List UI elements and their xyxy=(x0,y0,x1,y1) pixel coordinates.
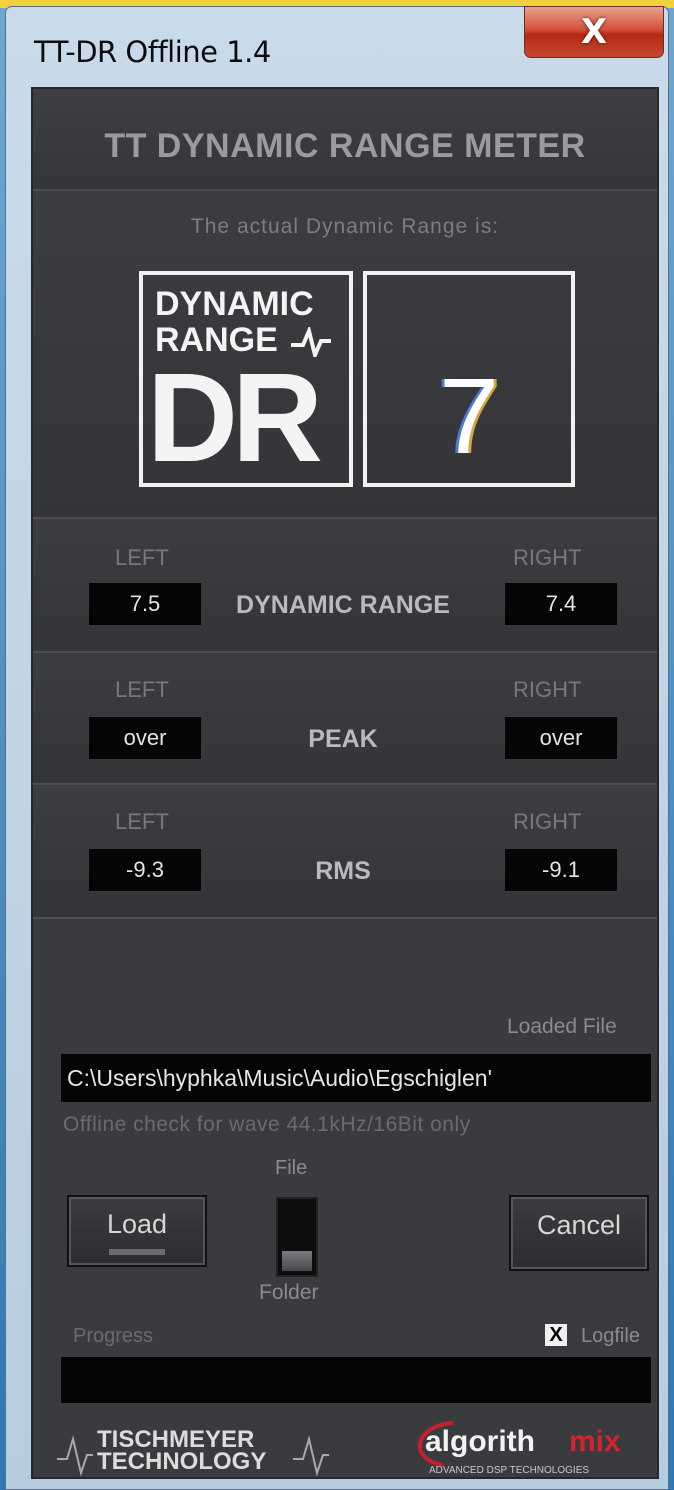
tischmeyer-line2: TECHNOLOGY xyxy=(97,1448,267,1475)
close-icon: X xyxy=(580,12,608,52)
logo-line-dynamic: DYNAMIC xyxy=(155,285,314,323)
window-title: TT-DR Offline 1.4 xyxy=(34,35,271,69)
peak-label: PEAK xyxy=(308,725,378,753)
tischmeyer-logo: TISCHMEYER TECHNOLOGY xyxy=(97,1428,267,1475)
close-button[interactable]: X xyxy=(524,6,664,58)
header: TT DYNAMIC RANGE METER xyxy=(33,89,657,191)
toggle-knob[interactable] xyxy=(282,1251,312,1271)
algorithmix-logo: algorith mix ADVANCED DSP TECHNOLOGIES xyxy=(403,1419,643,1477)
dr-left-value: 7.5 xyxy=(89,583,201,625)
cancel-label: Cancel xyxy=(536,1210,622,1240)
dr-right-label: RIGHT xyxy=(513,545,582,570)
logfile-checkbox[interactable]: X xyxy=(545,1324,567,1346)
tischmeyer-pulse-left-icon xyxy=(57,1435,93,1477)
meter-title: TT DYNAMIC RANGE METER xyxy=(104,127,586,165)
toggle-folder-label: Folder xyxy=(259,1281,319,1304)
algorithmix-text-a: algorith xyxy=(425,1425,535,1458)
meter-panel: TT DYNAMIC RANGE METER The actual Dynami… xyxy=(31,87,659,1479)
peak-row: LEFT RIGHT over PEAK over xyxy=(33,653,657,785)
dr-section: The actual Dynamic Range is: DYNAMIC RAN… xyxy=(33,191,657,519)
rms-right-value: -9.1 xyxy=(505,849,617,891)
footer: TISCHMEYER TECHNOLOGY algorith mix ADVAN… xyxy=(33,1419,657,1477)
rms-left-value: -9.3 xyxy=(89,849,201,891)
load-button[interactable]: Load xyxy=(67,1195,207,1267)
dr-value: 7 xyxy=(438,355,500,476)
cancel-button[interactable]: Cancel xyxy=(509,1195,649,1271)
progress-bar xyxy=(61,1357,651,1403)
algorithmix-tagline: ADVANCED DSP TECHNOLOGIES xyxy=(429,1465,590,1476)
dynamic-range-label: DYNAMIC RANGE xyxy=(236,591,450,619)
rms-right-label: RIGHT xyxy=(513,809,582,834)
peak-left-label: LEFT xyxy=(115,677,169,702)
rms-left-label: LEFT xyxy=(115,809,169,834)
dr-subtitle: The actual Dynamic Range is: xyxy=(190,215,500,238)
progress-label: Progress xyxy=(73,1325,154,1347)
rms-label: RMS xyxy=(315,857,371,885)
app-window: TT-DR Offline 1.4 X TT DYNAMIC RANGE MET… xyxy=(5,6,669,1490)
peak-right-label: RIGHT xyxy=(513,677,582,702)
peak-right-value: over xyxy=(505,717,617,759)
dr-left-label: LEFT xyxy=(115,545,169,570)
dr-right-value: 7.4 xyxy=(505,583,617,625)
load-label: Load xyxy=(106,1209,168,1239)
logfile-label: Logfile xyxy=(581,1325,640,1347)
toggle-file-label: File xyxy=(275,1157,308,1179)
loaded-file-path: C:\Users\hyphka\Music\Audio\Egschiglen' xyxy=(61,1054,651,1102)
dr-value-box: 7 xyxy=(363,271,575,487)
rms-row: LEFT RIGHT -9.3 RMS -9.1 xyxy=(33,785,657,919)
file-folder-toggle[interactable] xyxy=(276,1197,318,1277)
load-indicator xyxy=(109,1249,165,1255)
format-note: Offline check for wave 44.1kHz/16Bit onl… xyxy=(63,1113,471,1136)
dr-logo: DYNAMIC RANGE DR xyxy=(139,271,353,487)
logo-dr: DR xyxy=(147,347,323,488)
tischmeyer-pulse-right-icon xyxy=(293,1435,329,1477)
loaded-file-label: Loaded File xyxy=(507,1015,617,1038)
peak-left-value: over xyxy=(89,717,201,759)
algorithmix-text-b: mix xyxy=(569,1425,621,1458)
dynamic-range-row: LEFT RIGHT 7.5 DYNAMIC RANGE 7.4 xyxy=(33,519,657,653)
